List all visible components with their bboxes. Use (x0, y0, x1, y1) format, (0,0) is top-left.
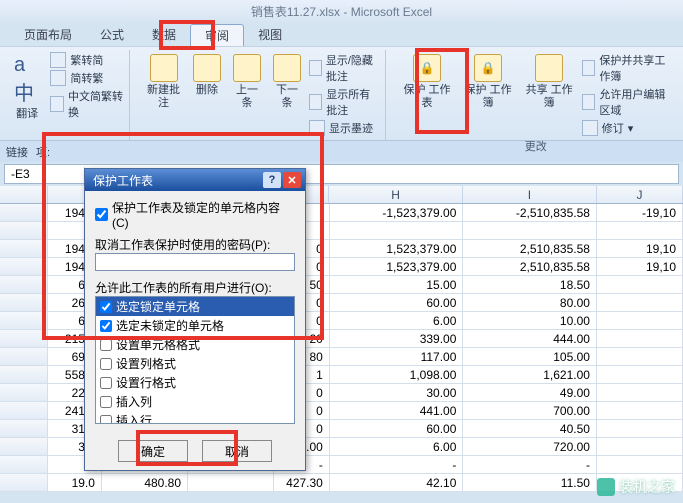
permission-item[interactable]: 设置单元格格式 (96, 335, 294, 354)
permission-item[interactable]: 插入行 (96, 411, 294, 424)
allow-range-button[interactable]: 允许用户编辑区域 (582, 86, 673, 118)
watermark-logo-icon (597, 478, 615, 496)
permission-checkbox[interactable] (100, 377, 112, 389)
delete-icon (193, 54, 221, 82)
next-icon (273, 54, 301, 82)
col-header-i[interactable]: I (463, 186, 597, 203)
watermark: 装机之家 (597, 477, 675, 497)
track-changes-button[interactable]: 修订 ▾ (582, 120, 634, 136)
permission-item[interactable]: 插入列 (96, 392, 294, 411)
share-icon (535, 54, 563, 82)
permissions-listbox[interactable]: 选定锁定单元格选定未锁定的单元格设置单元格格式设置列格式设置行格式插入列插入行插… (95, 296, 295, 424)
permission-checkbox[interactable] (100, 301, 112, 313)
new-comment-button[interactable]: 新建批注 (142, 52, 185, 136)
dialog-help-button[interactable]: ? (263, 172, 281, 188)
permission-item[interactable]: 设置列格式 (96, 354, 294, 373)
share-book-button[interactable]: 共享 工作簿 (521, 52, 578, 136)
permission-checkbox[interactable] (100, 415, 112, 425)
protect-sheet-dialog: 保护工作表 ? ✕ 保护工作表及锁定的单元格内容(C) 取消工作表保护时使用的密… (84, 168, 306, 471)
permission-item[interactable]: 选定未锁定的单元格 (96, 316, 294, 335)
tab-layout[interactable]: 页面布局 (10, 24, 86, 46)
ribbon-tabs: 页面布局 公式 数据 审阅 视图 (0, 24, 683, 46)
tab-formula[interactable]: 公式 (86, 24, 138, 46)
delete-comment-button[interactable]: 删除 (189, 52, 225, 136)
window-title: 销售表11.27.xlsx - Microsoft Excel (0, 0, 683, 24)
trad-to-simp[interactable]: 简转繁 (50, 70, 103, 86)
link-label[interactable]: 链接 (6, 144, 28, 160)
show-ink[interactable]: 显示墨迹 (309, 120, 373, 136)
quick-access-row: 链接 项: (0, 140, 683, 162)
tab-view[interactable]: 视图 (244, 24, 296, 46)
permission-item[interactable]: 选定锁定单元格 (96, 297, 294, 316)
permission-checkbox[interactable] (100, 339, 112, 351)
simp-to-trad[interactable]: 繁转简 (50, 52, 103, 68)
lock-book-icon: 🔒 (474, 54, 502, 82)
password-label: 取消工作表保护时使用的密码(P): (95, 236, 295, 253)
comment-icon (150, 54, 178, 82)
dialog-title: 保护工作表 (93, 172, 153, 189)
permission-checkbox[interactable] (100, 396, 112, 408)
tab-data[interactable]: 数据 (138, 24, 190, 46)
next-comment-button[interactable]: 下一条 (269, 52, 305, 136)
ribbon: a中 翻译 繁转简 简转繁 中文简繁转换 新建批注 删除 上一条 下一条 显示/… (0, 46, 683, 140)
dialog-close-button[interactable]: ✕ (283, 172, 301, 188)
protect-sheet-button[interactable]: 🔒保护 工作表 (398, 52, 455, 136)
protect-checkbox-row[interactable]: 保护工作表及锁定的单元格内容(C) (95, 199, 295, 230)
lock-sheet-icon: 🔒 (413, 54, 441, 82)
prev-icon (233, 54, 261, 82)
opt-label: 项: (36, 144, 50, 160)
protect-share-button[interactable]: 保护并共享工作簿 (582, 52, 673, 84)
protect-content-checkbox[interactable] (95, 208, 108, 221)
col-header-h[interactable]: H (329, 186, 463, 203)
allow-label: 允许此工作表的所有用户进行(O): (95, 279, 295, 296)
protect-book-button[interactable]: 🔒保护 工作簿 (460, 52, 517, 136)
permission-item[interactable]: 设置行格式 (96, 373, 294, 392)
show-all-comments[interactable]: 显示所有批注 (309, 86, 380, 118)
ok-button[interactable]: 确定 (118, 440, 188, 462)
translate-button[interactable]: a中 翻译 (10, 52, 44, 123)
conv-menu[interactable]: 中文简繁转换 (50, 88, 123, 120)
show-hide-comment[interactable]: 显示/隐藏批注 (309, 52, 380, 84)
prev-comment-button[interactable]: 上一条 (229, 52, 265, 136)
tab-review[interactable]: 审阅 (190, 24, 244, 46)
col-header-j[interactable]: J (597, 186, 683, 203)
table-row[interactable]: 19.0480.80427.3042.1011.50 (0, 474, 683, 492)
cell-reference[interactable]: -E3 (5, 167, 85, 181)
password-input[interactable] (95, 253, 295, 271)
group-label-changes: 更改 (525, 138, 547, 154)
cancel-button[interactable]: 取消 (202, 440, 272, 462)
permission-checkbox[interactable] (100, 320, 112, 332)
permission-checkbox[interactable] (100, 358, 112, 370)
